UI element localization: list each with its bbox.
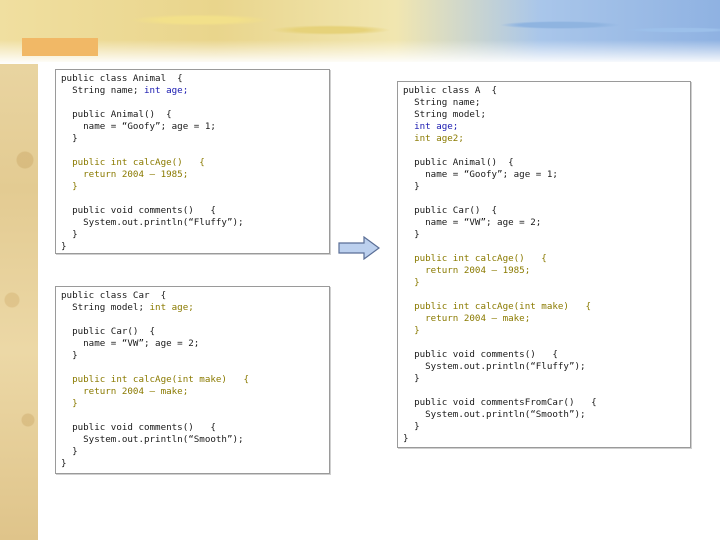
code-line: System.out.println(“Smooth”); <box>403 409 586 420</box>
right-arrow-icon <box>338 236 380 260</box>
code-line: name = “Goofy”; age = 1; <box>61 121 216 132</box>
code-line: } <box>403 421 420 432</box>
code-line: public class Animal { <box>61 73 183 84</box>
code-line: public void comments() { <box>403 349 558 360</box>
code-line: name = “VW”; age = 2; <box>61 338 200 349</box>
code-line: public void commentsFromCar() { <box>403 397 597 408</box>
code-line: System.out.println(“Smooth”); <box>61 434 244 445</box>
code-highlight: int age; <box>149 302 194 313</box>
code-line: } <box>61 350 78 361</box>
code-line: public Car() { <box>403 205 498 216</box>
parchment-sidebar-decoration <box>0 0 38 540</box>
code-line: String name; <box>403 97 481 108</box>
class-a-code-box: public class A { String name; String mod… <box>397 81 691 448</box>
code-highlight: int age2; <box>403 133 464 144</box>
code-line: public Car() { <box>61 326 156 337</box>
code-highlight: return 2004 – 1985; <box>403 265 531 276</box>
code-line: System.out.println(“Fluffy”); <box>403 361 586 372</box>
code-line: System.out.println(“Fluffy”); <box>61 217 244 228</box>
code-line: } <box>61 229 78 240</box>
code-highlight: return 2004 – make; <box>403 313 531 324</box>
code-highlight: public int calcAge() { <box>403 253 547 264</box>
code-highlight: } <box>61 398 78 409</box>
animal-class-code: public class Animal { String name; int a… <box>56 70 329 253</box>
class-a-code: public class A { String name; String mod… <box>398 82 690 445</box>
code-line: } <box>403 229 420 240</box>
code-highlight: int age; <box>143 85 189 96</box>
banner-fade <box>0 40 720 64</box>
code-line: public Animal() { <box>403 157 514 168</box>
orange-accent-bar <box>22 38 98 56</box>
animal-class-code-box: public class Animal { String name; int a… <box>55 69 330 254</box>
code-line: } <box>61 241 67 252</box>
code-line: } <box>61 458 67 469</box>
code-line: } <box>403 373 420 384</box>
code-line: public class Car { <box>61 290 167 301</box>
code-line: name = “VW”; age = 2; <box>403 217 542 228</box>
car-class-code-box: public class Car { String model; int age… <box>55 286 330 474</box>
code-highlight: } <box>403 325 420 336</box>
code-line: } <box>403 433 409 444</box>
code-line: } <box>61 133 78 144</box>
code-line: String model; <box>61 302 150 313</box>
code-line: public void comments() { <box>61 205 216 216</box>
code-line: public void comments() { <box>61 422 216 433</box>
code-highlight: return 2004 – 1985; <box>61 169 189 180</box>
code-line: String name; <box>61 85 144 96</box>
code-line: public class A { <box>403 85 498 96</box>
code-highlight: } <box>403 277 420 288</box>
code-line: } <box>403 181 420 192</box>
code-line: public Animal() { <box>61 109 172 120</box>
code-line: String model; <box>403 109 486 120</box>
code-highlight: int age; <box>403 121 459 132</box>
code-highlight: } <box>61 181 78 192</box>
code-highlight: public int calcAge() { <box>61 157 205 168</box>
code-highlight: public int calcAge(int make) { <box>61 374 250 385</box>
code-highlight: return 2004 – make; <box>61 386 189 397</box>
car-class-code: public class Car { String model; int age… <box>56 287 329 470</box>
code-highlight: public int calcAge(int make) { <box>403 301 592 312</box>
code-line: name = “Goofy”; age = 1; <box>403 169 558 180</box>
code-line: } <box>61 446 78 457</box>
